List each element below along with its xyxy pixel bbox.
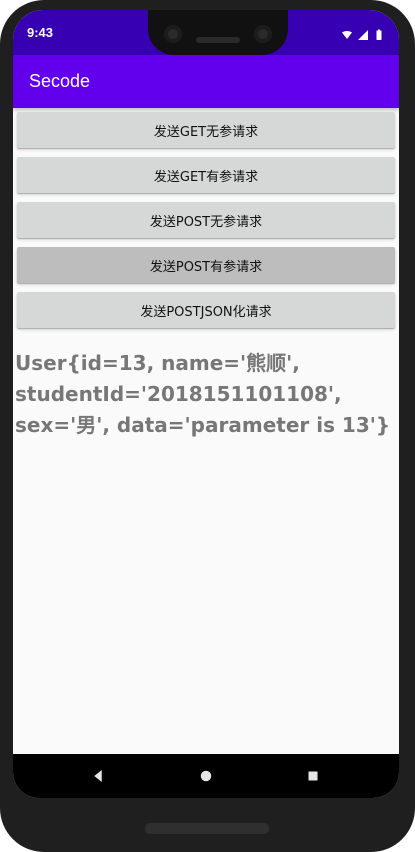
- camera-icon: [164, 25, 182, 43]
- speaker-grille: [196, 37, 240, 43]
- navigation-bar: [13, 754, 399, 798]
- phone-frame: 9:43 Secode 发送GET无参请求 发送GET有参请求 发送POST无参…: [0, 0, 415, 852]
- app-title: Secode: [29, 71, 91, 91]
- response-result-text: User{id=13, name='熊顺', studentId='201815…: [15, 351, 391, 437]
- status-time: 9:43: [27, 25, 54, 40]
- get-no-params-button[interactable]: 发送GET无参请求: [17, 112, 395, 148]
- get-with-params-button[interactable]: 发送GET有参请求: [17, 157, 395, 193]
- main-content: 发送GET无参请求 发送GET有参请求 发送POST无参请求 发送POST有参请…: [13, 108, 399, 754]
- post-with-params-button[interactable]: 发送POST有参请求: [17, 247, 395, 283]
- camera-icon: [254, 25, 272, 43]
- wifi-icon: [341, 26, 353, 41]
- bottom-speaker-bar: [145, 823, 269, 834]
- back-icon[interactable]: [88, 766, 108, 786]
- home-icon[interactable]: [196, 766, 216, 786]
- post-no-params-button[interactable]: 发送POST无参请求: [17, 202, 395, 238]
- battery-icon: [373, 26, 385, 40]
- post-json-button[interactable]: 发送POSTJSON化请求: [17, 292, 395, 328]
- signal-icon: [357, 26, 369, 40]
- camera-notch: [148, 10, 288, 55]
- recent-apps-icon[interactable]: [303, 766, 323, 786]
- app-screen: 9:43 Secode 发送GET无参请求 发送GET有参请求 发送POST无参…: [13, 10, 399, 798]
- status-icons: [341, 26, 385, 41]
- app-bar: Secode: [13, 55, 399, 108]
